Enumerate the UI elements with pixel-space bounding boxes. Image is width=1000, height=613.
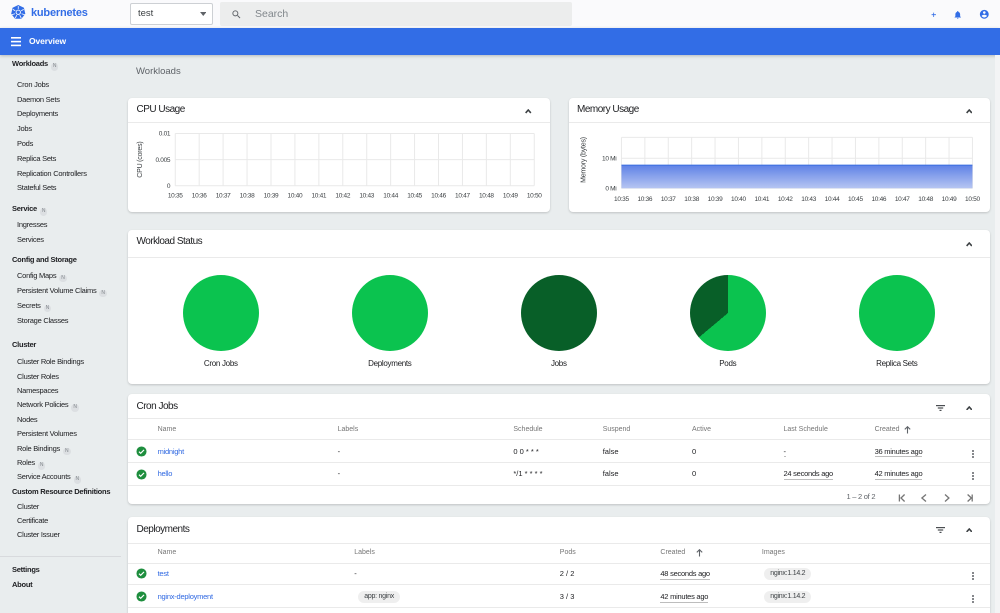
svg-text:10:35: 10:35 bbox=[614, 196, 629, 203]
svg-text:10:41: 10:41 bbox=[754, 196, 769, 203]
svg-text:10:47: 10:47 bbox=[455, 193, 470, 200]
svg-text:10:36: 10:36 bbox=[637, 196, 652, 203]
svg-text:10:43: 10:43 bbox=[359, 193, 374, 200]
svg-text:10:48: 10:48 bbox=[479, 193, 494, 200]
svg-text:10:44: 10:44 bbox=[383, 193, 398, 200]
svg-text:CPU (cores): CPU (cores) bbox=[137, 141, 144, 177]
svg-text:10:46: 10:46 bbox=[431, 193, 446, 200]
svg-text:10:36: 10:36 bbox=[192, 193, 207, 200]
svg-text:10:49: 10:49 bbox=[503, 193, 518, 200]
svg-text:10:48: 10:48 bbox=[918, 196, 933, 203]
svg-text:10:46: 10:46 bbox=[871, 196, 886, 203]
svg-text:10 Mi: 10 Mi bbox=[602, 156, 616, 163]
svg-text:10:40: 10:40 bbox=[288, 193, 303, 200]
svg-text:10:38: 10:38 bbox=[684, 196, 699, 203]
svg-text:10:49: 10:49 bbox=[941, 196, 956, 203]
svg-text:10:45: 10:45 bbox=[407, 193, 422, 200]
svg-text:10:40: 10:40 bbox=[731, 196, 746, 203]
svg-text:10:37: 10:37 bbox=[660, 196, 675, 203]
svg-text:10:43: 10:43 bbox=[801, 196, 816, 203]
svg-text:10:50: 10:50 bbox=[527, 193, 542, 200]
svg-text:10:38: 10:38 bbox=[240, 193, 255, 200]
svg-text:0: 0 bbox=[167, 183, 171, 190]
svg-text:0 Mi: 0 Mi bbox=[605, 186, 616, 193]
svg-text:0.005: 0.005 bbox=[155, 157, 170, 164]
svg-text:10:35: 10:35 bbox=[168, 193, 183, 200]
svg-text:10:47: 10:47 bbox=[894, 196, 909, 203]
svg-text:10:42: 10:42 bbox=[335, 193, 350, 200]
svg-text:0.01: 0.01 bbox=[159, 131, 171, 138]
svg-text:10:45: 10:45 bbox=[848, 196, 863, 203]
svg-text:Memory (bytes): Memory (bytes) bbox=[580, 137, 587, 183]
svg-text:10:39: 10:39 bbox=[707, 196, 722, 203]
svg-text:10:39: 10:39 bbox=[264, 193, 279, 200]
svg-text:10:44: 10:44 bbox=[824, 196, 839, 203]
svg-text:10:37: 10:37 bbox=[216, 193, 231, 200]
svg-text:10:41: 10:41 bbox=[311, 193, 326, 200]
svg-text:10:42: 10:42 bbox=[777, 196, 792, 203]
svg-text:10:50: 10:50 bbox=[965, 196, 980, 203]
